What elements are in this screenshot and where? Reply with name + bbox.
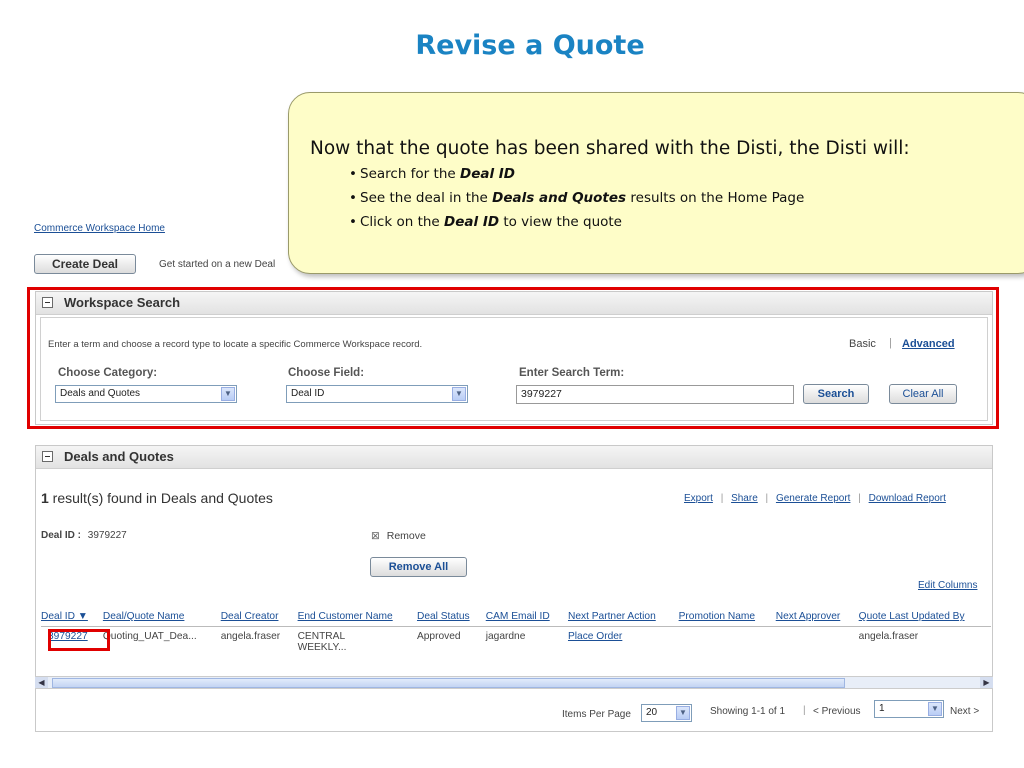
next-page-link[interactable]: Next > xyxy=(950,706,979,717)
deal-id-highlight-frame xyxy=(48,629,110,651)
place-order-link[interactable]: Place Order xyxy=(568,631,622,642)
create-deal-button[interactable]: Create Deal xyxy=(34,254,136,274)
deal-status-cell: Approved xyxy=(416,631,461,642)
column-header-deal-status[interactable]: Deal Status xyxy=(416,608,486,627)
column-header-deal-name[interactable]: Deal/Quote Name xyxy=(102,608,221,627)
column-header-deal-creator[interactable]: Deal Creator xyxy=(220,608,298,627)
generate-report-link[interactable]: Generate Report xyxy=(776,493,851,504)
items-per-page-value: 20 xyxy=(646,707,658,718)
action-separator: | xyxy=(765,493,769,504)
workspace-home-link[interactable]: Commerce Workspace Home xyxy=(34,223,165,234)
column-header-last-updated-by[interactable]: Quote Last Updated By xyxy=(858,608,991,627)
column-header-next-action[interactable]: Next Partner Action xyxy=(567,608,679,627)
dropdown-arrow-icon[interactable]: ▼ xyxy=(928,702,942,716)
items-per-page-label: Items Per Page xyxy=(562,709,631,720)
slide-title: Revise a Quote xyxy=(415,30,645,61)
deal-id-filter: Deal ID : 3979227 xyxy=(41,530,127,541)
callout-lead-text: Now that the quote has been shared with … xyxy=(310,138,910,159)
deal-creator-cell: angela.fraser xyxy=(220,631,281,642)
column-header-deal-id[interactable]: Deal ID ▼ xyxy=(41,608,103,627)
column-header-cam-email[interactable]: CAM Email ID xyxy=(485,608,568,627)
dropdown-arrow-icon[interactable]: ▼ xyxy=(676,706,690,720)
callout-bullet: Click on the Deal ID to view the quote xyxy=(349,214,622,230)
remove-icon[interactable]: ⊠ xyxy=(371,530,380,542)
search-highlight-frame xyxy=(27,287,999,429)
export-link[interactable]: Export xyxy=(684,493,713,504)
column-header-promotion[interactable]: Promotion Name xyxy=(678,608,776,627)
deals-quotes-header: Deals and Quotes xyxy=(36,446,992,469)
result-text: result(s) found in Deals and Quotes xyxy=(48,490,273,506)
deals-quotes-title: Deals and Quotes xyxy=(64,449,174,464)
action-separator: | xyxy=(858,493,861,504)
remove-label[interactable]: Remove xyxy=(387,530,426,542)
results-table: Deal ID ▼ Deal/Quote Name Deal Creator E… xyxy=(41,608,991,653)
create-deal-hint: Get started on a new Deal xyxy=(159,259,276,270)
pagination-separator: | xyxy=(803,705,806,716)
download-report-link[interactable]: Download Report xyxy=(869,493,946,504)
filter-label: Deal ID : xyxy=(41,530,82,541)
items-per-page-select[interactable]: 20 ▼ xyxy=(641,704,692,722)
action-separator: | xyxy=(720,493,724,504)
share-link[interactable]: Share xyxy=(731,493,758,504)
previous-page-link[interactable]: < Previous xyxy=(813,706,861,717)
scroll-left-icon[interactable]: ◀ xyxy=(35,677,48,688)
column-header-next-approver[interactable]: Next Approver xyxy=(775,608,859,627)
promotion-cell xyxy=(679,627,776,654)
end-customer-line: CENTRAL xyxy=(297,631,346,642)
collapse-icon[interactable] xyxy=(42,451,53,462)
page-number-value: 1 xyxy=(879,703,885,714)
end-customer-cell: CENTRAL WEEKLY... xyxy=(297,627,417,653)
remove-all-button[interactable]: Remove All xyxy=(370,557,467,577)
result-actions: Export | Share | Generate Report | Downl… xyxy=(684,493,946,504)
callout-bullet: Search for the Deal ID xyxy=(349,166,515,182)
page-number-select[interactable]: 1 ▼ xyxy=(874,700,944,718)
next-approver-cell xyxy=(776,627,859,654)
horizontal-scrollbar[interactable]: ◀ ▶ xyxy=(35,676,993,689)
scroll-right-icon[interactable]: ▶ xyxy=(980,677,993,688)
cam-email-cell: jagardne xyxy=(485,631,526,642)
result-summary: 1 result(s) found in Deals and Quotes xyxy=(41,490,273,506)
result-count: 1 xyxy=(41,490,49,506)
end-customer-line: WEEKLY... xyxy=(297,642,347,653)
column-header-end-customer[interactable]: End Customer Name xyxy=(297,608,417,627)
scroll-thumb[interactable] xyxy=(52,678,845,688)
edit-columns-link[interactable]: Edit Columns xyxy=(918,580,977,591)
instruction-callout xyxy=(288,92,1024,274)
table-row: 3979227 Quoting_UAT_Dea... angela.fraser… xyxy=(41,627,991,654)
callout-bullet: See the deal in the Deals and Quotes res… xyxy=(349,190,804,206)
showing-count: Showing 1-1 of 1 xyxy=(710,706,786,717)
remove-filter[interactable]: ⊠ Remove xyxy=(371,530,426,542)
deal-name-cell: Quoting_UAT_Dea... xyxy=(102,631,197,642)
filter-value: 3979227 xyxy=(87,530,127,541)
last-updated-by-cell: angela.fraser xyxy=(858,631,919,642)
table-header-row: Deal ID ▼ Deal/Quote Name Deal Creator E… xyxy=(41,608,991,627)
